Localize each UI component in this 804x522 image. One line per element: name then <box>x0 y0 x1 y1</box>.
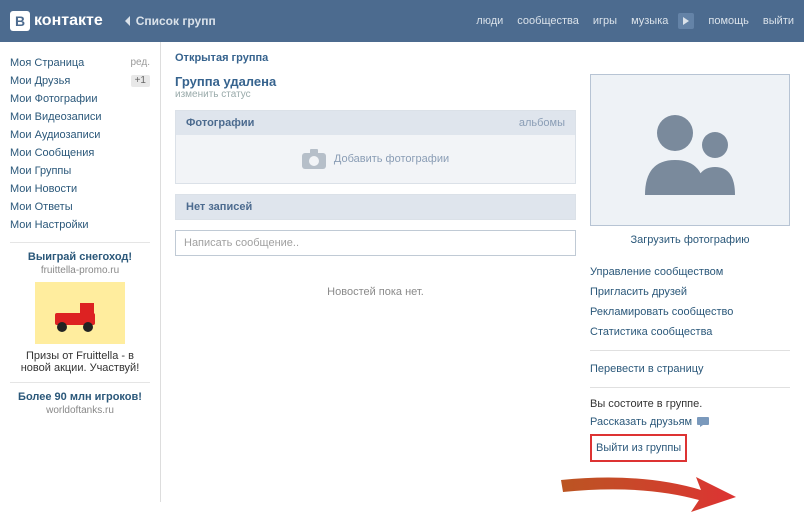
upload-photo-link[interactable]: Загрузить фотографию <box>590 234 790 246</box>
add-photos-button[interactable]: Добавить фотографии <box>186 149 565 169</box>
main-content: Открытая группа Группа удалена изменить … <box>160 42 804 502</box>
no-news-text: Новостей пока нет. <box>175 286 576 298</box>
ad-title: Более 90 млн игроков! <box>18 391 142 403</box>
sidebar-item-my-page[interactable]: Моя Страницаред. <box>10 54 160 72</box>
ad-title: Выиграй снегоход! <box>28 251 132 263</box>
photos-panel: Фотографии альбомы Добавить фотографии <box>175 110 576 184</box>
advertise-community-link[interactable]: Рекламировать сообщество <box>590 302 790 322</box>
tell-friends-link[interactable]: Рассказать друзьям <box>590 416 790 428</box>
sidebar-item-groups[interactable]: Мои Группы <box>10 162 160 180</box>
ad-domain: fruittella-promo.ru <box>10 265 150 276</box>
change-status-link[interactable]: изменить статус <box>175 89 576 100</box>
manage-links: Управление сообществом Пригласить друзей… <box>590 262 790 462</box>
annotation-arrow-icon <box>561 462 741 522</box>
group-avatar <box>590 74 790 226</box>
posts-panel: Нет записей <box>175 194 576 220</box>
nav-people[interactable]: люди <box>476 15 503 27</box>
ad-block-1[interactable]: Выиграй снегоход! fruittella-promo.ru Пр… <box>10 251 160 374</box>
group-silhouette-icon <box>635 105 745 195</box>
sidebar-item-news[interactable]: Мои Новости <box>10 180 160 198</box>
play-icon[interactable] <box>678 13 694 29</box>
camera-icon <box>302 149 326 169</box>
logo[interactable]: B контакте <box>10 11 103 31</box>
nav-logout[interactable]: выйти <box>763 15 794 27</box>
nav-communities[interactable]: сообщества <box>517 15 579 27</box>
membership-status: Вы состоите в группе. <box>590 396 790 412</box>
ad-domain: worldoftanks.ru <box>10 405 150 416</box>
nav-music[interactable]: музыка <box>631 15 668 27</box>
sidebar-item-friends[interactable]: Мои Друзья+1 <box>10 72 160 90</box>
nav-help[interactable]: помощь <box>708 15 749 27</box>
ad-text: Призы от Fruittella - в новой акции. Уча… <box>21 350 140 374</box>
back-label: Список групп <box>136 14 216 28</box>
photos-heading: Фотографии <box>186 117 254 129</box>
sidebar-item-photos[interactable]: Мои Фотографии <box>10 90 160 108</box>
left-sidebar: Моя Страницаред. Мои Друзья+1 Мои Фотогр… <box>0 42 160 502</box>
back-to-groups-link[interactable]: Список групп <box>125 14 216 28</box>
manage-community-link[interactable]: Управление сообществом <box>590 262 790 282</box>
leave-group-link[interactable]: Выйти из группы <box>590 434 687 462</box>
message-input[interactable]: Написать сообщение.. <box>175 230 576 256</box>
sidebar-item-messages[interactable]: Мои Сообщения <box>10 144 160 162</box>
sidebar-item-videos[interactable]: Мои Видеозаписи <box>10 108 160 126</box>
sidebar-item-audio[interactable]: Мои Аудиозаписи <box>10 126 160 144</box>
ad-block-2[interactable]: Более 90 млн игроков! worldoftanks.ru <box>10 391 160 416</box>
convert-to-page-link[interactable]: Перевести в страницу <box>590 359 790 379</box>
albums-link[interactable]: альбомы <box>519 117 565 129</box>
community-stats-link[interactable]: Статистика сообщества <box>590 322 790 342</box>
logo-text: контакте <box>34 12 103 30</box>
top-header: B контакте Список групп люди сообщества … <box>0 0 804 42</box>
ad-image <box>35 282 125 344</box>
sidebar-item-answers[interactable]: Мои Ответы <box>10 198 160 216</box>
top-nav: люди сообщества игры музыка помощь выйти <box>462 13 794 29</box>
no-posts-heading: Нет записей <box>186 201 252 213</box>
group-title: Группа удалена <box>175 74 576 89</box>
sidebar-item-settings[interactable]: Мои Настройки <box>10 216 160 234</box>
page-title: Открытая группа <box>175 52 790 64</box>
nav-games[interactable]: игры <box>593 15 617 27</box>
chevron-left-icon <box>125 16 131 26</box>
logo-icon: B <box>10 11 30 31</box>
invite-friends-link[interactable]: Пригласить друзей <box>590 282 790 302</box>
speech-icon <box>697 417 709 427</box>
